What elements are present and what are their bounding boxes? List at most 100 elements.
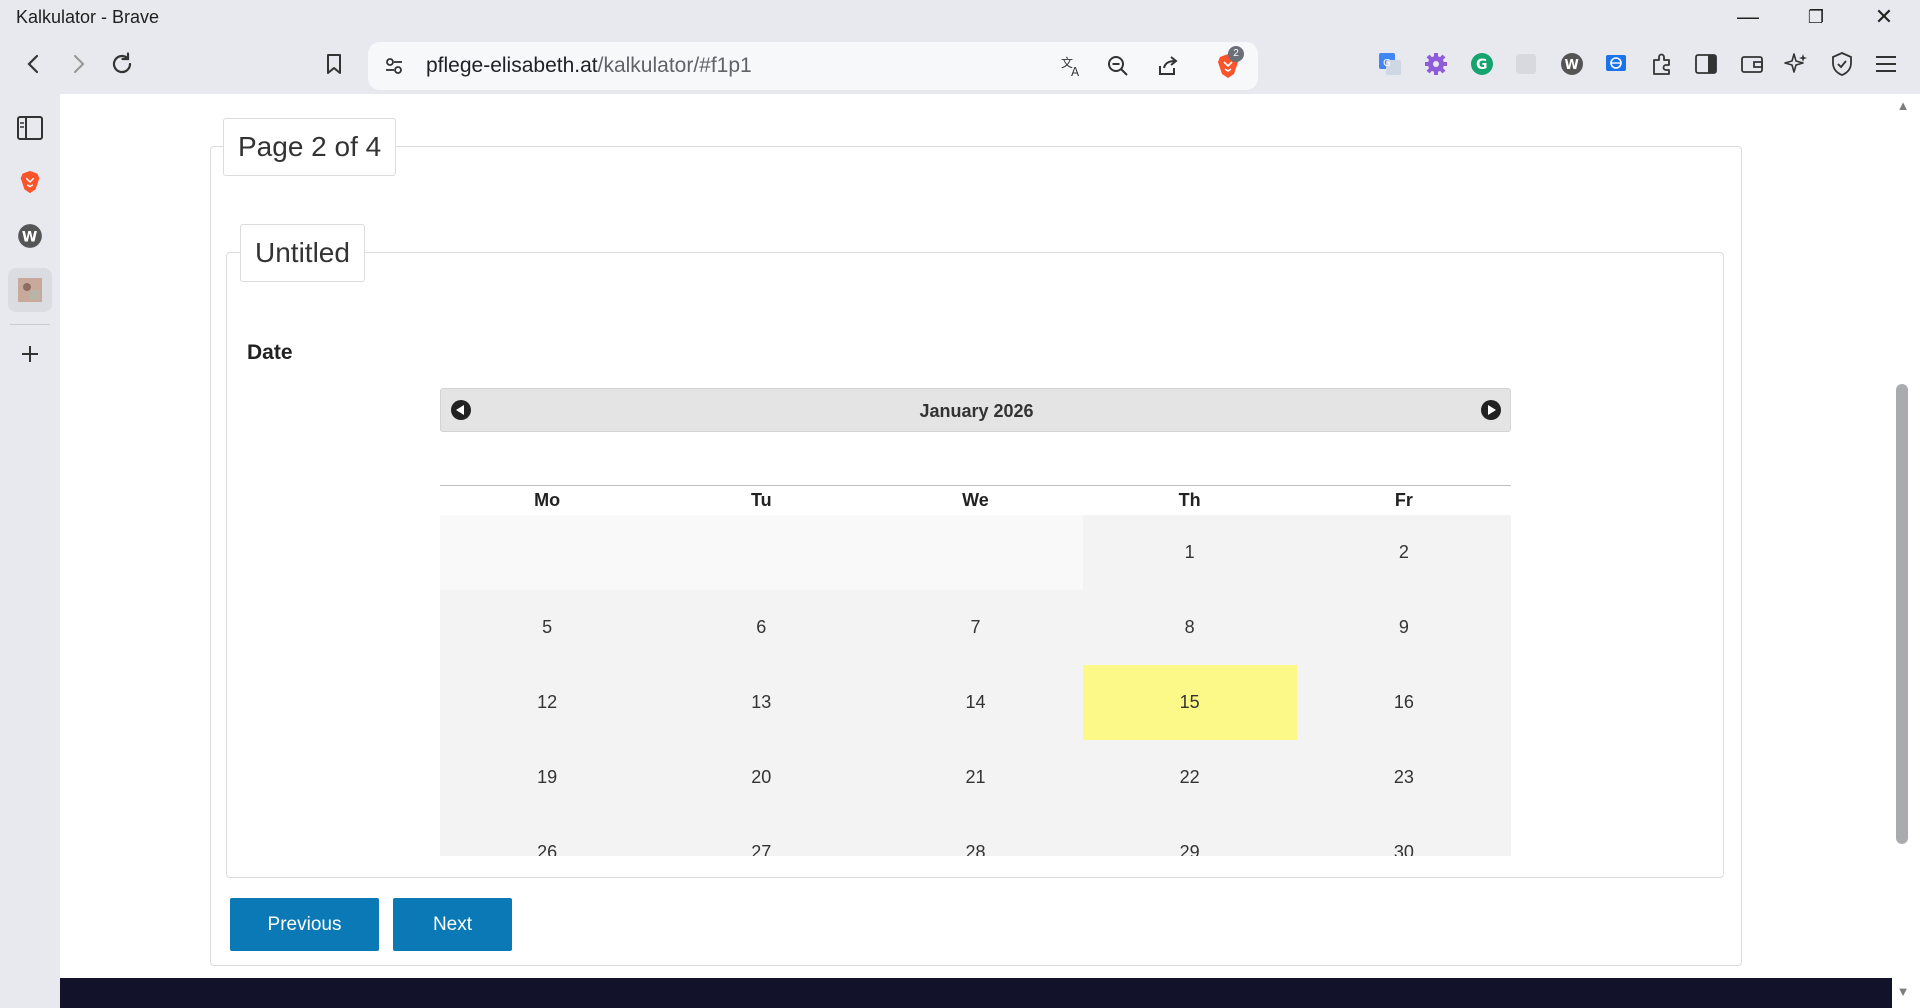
brave-shields-button[interactable]: 2 [1212, 46, 1244, 82]
calendar-day-cell[interactable]: 9 [1296, 590, 1511, 665]
brave-lion-icon [20, 170, 40, 194]
window-title: Kalkulator - Brave [16, 7, 160, 27]
extension-placeholder-icon [1516, 54, 1536, 74]
back-button[interactable] [16, 46, 52, 82]
share-button[interactable] [1152, 50, 1184, 82]
site-favicon-icon [18, 278, 42, 302]
minimize-button[interactable]: — [1714, 0, 1782, 34]
tune-icon [386, 58, 402, 74]
bookmark-icon [327, 54, 341, 74]
calendar-day-cell[interactable]: 23 [1296, 740, 1511, 815]
generic-extension[interactable] [1510, 48, 1542, 80]
vpn-extension[interactable] [1600, 48, 1632, 80]
calendar-day-cell[interactable]: 12 [440, 665, 655, 740]
extensions-menu-button[interactable] [1646, 48, 1678, 80]
calendar-week-row: 56789 [440, 590, 1511, 665]
reload-icon [112, 52, 132, 74]
translate-icon: 文A [1061, 55, 1080, 78]
leo-ai-button[interactable] [1780, 48, 1812, 80]
calendar-day-cell[interactable]: 28 [868, 815, 1083, 856]
wordpress-extension[interactable]: W [1556, 48, 1588, 80]
globe-shield-icon [1606, 55, 1626, 71]
url-path: /kalkulator/#f1p1 [597, 54, 752, 77]
sidebar-panel-toggle[interactable] [8, 106, 52, 150]
calendar-day-cell[interactable]: 14 [868, 665, 1083, 740]
calendar-week-row: 12 13 14 15 16 [440, 665, 1511, 740]
puzzle-icon [1653, 53, 1670, 75]
calendar-day-cell[interactable]: 30 [1296, 815, 1511, 856]
wallet-icon [1741, 56, 1763, 73]
weekday-header-row: Mo Tu We Th Fr [440, 485, 1511, 515]
calendar-day-cell[interactable]: 2 [1296, 515, 1511, 590]
restore-button[interactable]: ❐ [1782, 0, 1850, 34]
calendar-day-cell[interactable]: 8 [1082, 590, 1297, 665]
previous-button[interactable]: Previous [230, 898, 379, 951]
svg-text:G: G [1383, 58, 1391, 69]
sidebar-add-button[interactable] [8, 332, 52, 376]
calendar-day-cell[interactable]: 26 [440, 815, 655, 856]
wordpress-icon: W [1561, 53, 1583, 75]
weekday-label: Th [1178, 490, 1201, 510]
svg-text:W: W [22, 229, 37, 245]
translate-button[interactable]: 文A [1056, 50, 1088, 82]
calendar-day-cell[interactable]: 5 [440, 590, 655, 665]
calendar-day-cell[interactable]: 21 [868, 740, 1083, 815]
scroll-down-arrow[interactable]: ▼ [1895, 984, 1911, 1000]
forward-button[interactable] [60, 46, 96, 82]
calendar-day-cell[interactable]: 16 [1296, 665, 1511, 740]
address-bar[interactable]: pflege-elisabeth.at/kalkulator/#f1p1 文A … [368, 42, 1258, 90]
next-button[interactable]: Next [393, 898, 512, 951]
calendar-day-cell[interactable]: 1 [1082, 515, 1297, 590]
calendar-day-cell[interactable]: 6 [654, 590, 869, 665]
grammarly-icon: G [1471, 53, 1493, 75]
hamburger-menu-icon [1876, 56, 1896, 72]
google-translate-icon: G [1379, 53, 1401, 75]
url-host: pflege-elisabeth.at [426, 54, 598, 77]
close-window-button[interactable]: ✕ [1850, 0, 1918, 34]
sidebar-toggle-button[interactable] [1690, 48, 1722, 80]
calendar-day-cell[interactable]: 22 [1082, 740, 1297, 815]
shields-count-badge: 2 [1228, 46, 1244, 62]
calendar-day-cell[interactable]: 7 [868, 590, 1083, 665]
browser-toolbar: pflege-elisabeth.at/kalkulator/#f1p1 文A … [0, 34, 1920, 94]
google-translate-extension[interactable]: G [1374, 48, 1406, 80]
scroll-up-arrow[interactable]: ▲ [1895, 98, 1911, 114]
calendar-day-cell[interactable]: 20 [654, 740, 869, 815]
sidebar-item-site[interactable] [8, 268, 52, 312]
section-legend: Untitled [240, 224, 365, 282]
wallet-button[interactable] [1736, 48, 1768, 80]
sidebar-item-wordpress[interactable]: W [8, 214, 52, 258]
vpn-shield-button[interactable] [1826, 48, 1858, 80]
calendar-day-cell-highlighted[interactable]: 15 [1082, 665, 1297, 740]
zoom-button[interactable] [1102, 50, 1134, 82]
calendar-week-row: 26 27 28 29 30 [440, 815, 1511, 856]
sidebar-icon [17, 116, 43, 140]
scrollbar-thumb[interactable] [1896, 384, 1908, 844]
calendar-day-grid: 1 2 5 6 7 8 9 12 13 14 15 16 19 20 21 22 23 26 27 28 29 30 [440, 515, 1511, 856]
svg-text:A: A [1071, 65, 1080, 78]
sparkle-icon [1784, 53, 1807, 73]
calendar-week-row: 19 20 21 22 23 [440, 740, 1511, 815]
share-icon [1159, 56, 1178, 75]
svg-text:W: W [1565, 58, 1579, 73]
purple-gear-extension[interactable] [1420, 48, 1452, 80]
calendar-day-cell[interactable]: 19 [440, 740, 655, 815]
sidebar-item-brave[interactable] [8, 160, 52, 204]
wordpress-icon: W [18, 224, 42, 248]
site-settings-button[interactable] [378, 50, 410, 82]
calendar-day-cell[interactable]: 13 [654, 665, 869, 740]
bookmark-button[interactable] [316, 46, 352, 82]
calendar-day-cell[interactable]: 29 [1082, 815, 1297, 856]
gear-icon [1425, 53, 1447, 75]
svg-text:G: G [1476, 57, 1488, 73]
calendar-day-cell[interactable]: 27 [654, 815, 869, 856]
calendar-header: January 2026 [440, 388, 1511, 432]
previous-month-button[interactable] [451, 400, 471, 420]
main-menu-button[interactable] [1870, 48, 1902, 80]
window-titlebar: Kalkulator - Brave — ❐ ✕ [0, 0, 1920, 34]
grammarly-extension[interactable]: G [1466, 48, 1498, 80]
weekday-label: Mo [534, 490, 561, 510]
reload-button[interactable] [104, 46, 140, 82]
next-month-button[interactable] [1481, 400, 1501, 420]
date-picker-calendar: January 2026 Mo Tu We Th Fr 1 2 5 6 7 8 9 12 13 1… [440, 388, 1511, 856]
